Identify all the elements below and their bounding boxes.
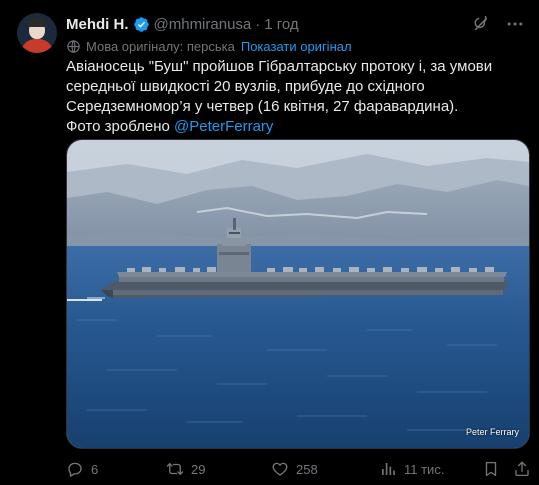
translation-row: Мова оригіналу: перська Показати оригіна…: [66, 37, 352, 55]
carrier-photo: [67, 140, 529, 448]
author-handle[interactable]: @mhmiranusa: [154, 16, 252, 33]
share-button[interactable]: [513, 460, 538, 478]
action-bar: 6 29 258 11 тис.: [58, 458, 532, 480]
like-count: 258: [296, 461, 318, 477]
tweet-body: Авіаносець "Буш" пройшов Гібралтарську п…: [66, 58, 493, 115]
bookmark-button[interactable]: [482, 460, 507, 478]
repost-button[interactable]: 29: [166, 460, 205, 478]
photo-credit: Фото зроблено @PeterFerrary: [66, 117, 526, 137]
repost-icon: [166, 463, 184, 475]
reply-icon: [68, 462, 82, 477]
show-original-link[interactable]: Показати оригінал: [241, 39, 352, 54]
tweet-header: Mehdi H. @mhmiranusa · 1 год: [66, 14, 299, 34]
share-icon: [515, 461, 529, 477]
header-actions: [471, 14, 525, 34]
translate-icon: [66, 39, 81, 54]
tweet-text: Авіаносець "Буш" пройшов Гібралтарську п…: [66, 57, 526, 137]
repost-count: 29: [191, 461, 206, 477]
verified-icon: [133, 16, 150, 33]
more-icon[interactable]: [505, 14, 525, 34]
like-icon: [272, 462, 288, 476]
tweet-photo[interactable]: Peter Ferrary: [66, 139, 530, 449]
views-icon: [382, 463, 395, 475]
photo-watermark: Peter Ferrary: [465, 427, 519, 437]
views-count: 11 тис.: [404, 461, 445, 477]
avatar[interactable]: [17, 13, 57, 53]
grok-icon[interactable]: [471, 14, 491, 34]
reply-button[interactable]: 6: [66, 460, 98, 478]
mention-link[interactable]: @PeterFerrary: [174, 118, 273, 135]
separator-dot: ·: [255, 15, 261, 33]
bookmark-icon: [485, 461, 497, 477]
photo-credit-prefix: Фото зроблено: [66, 118, 174, 135]
like-button[interactable]: 258: [271, 460, 318, 478]
avatar-shirt: [21, 39, 53, 53]
reply-count: 6: [91, 461, 99, 477]
views-button[interactable]: 11 тис.: [379, 460, 444, 478]
translation-note: Мова оригіналу: перська: [86, 38, 235, 54]
post-time[interactable]: 1 год: [264, 16, 298, 33]
avatar-hair: [27, 18, 47, 27]
tweet[interactable]: Mehdi H. @mhmiranusa · 1 год Мова оригін…: [0, 0, 539, 485]
author-name[interactable]: Mehdi H.: [66, 16, 129, 33]
